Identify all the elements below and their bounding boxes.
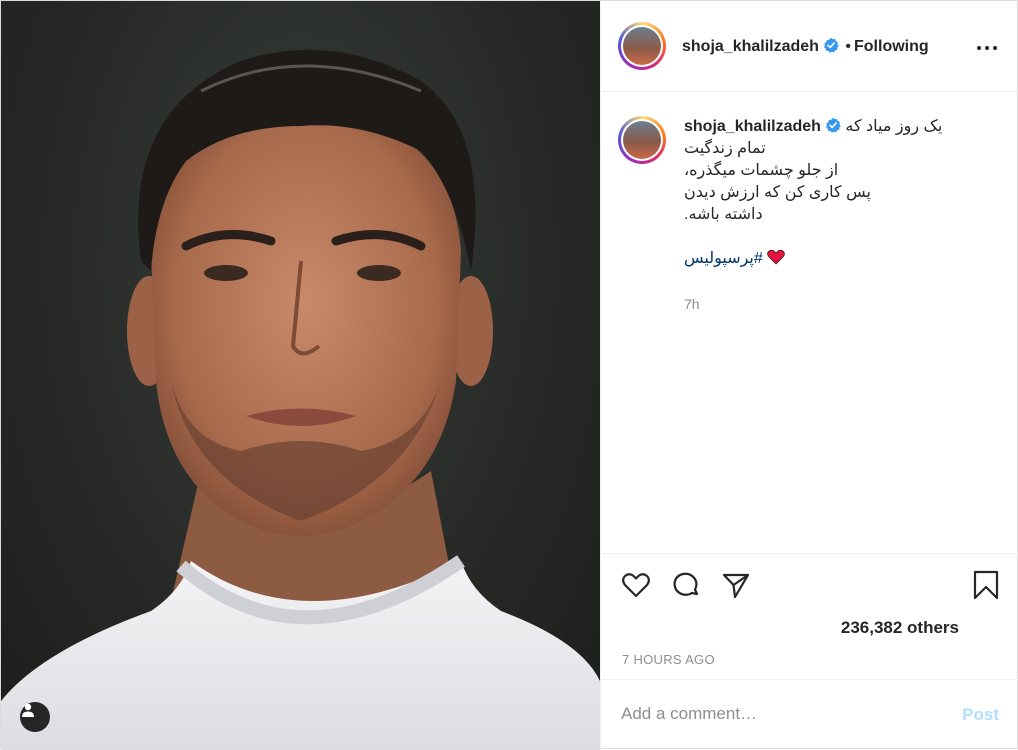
following-button[interactable]: Following	[854, 38, 929, 55]
posted-time[interactable]: 7 HOURS AGO	[622, 652, 715, 667]
verified-badge-icon	[825, 117, 841, 133]
heart-icon[interactable]	[621, 570, 651, 600]
post-comment-button[interactable]: Post	[962, 705, 999, 725]
caption-timestamp[interactable]: 7h	[684, 296, 700, 312]
bookmark-icon[interactable]	[971, 570, 1001, 600]
portrait-illustration	[1, 49, 600, 750]
author-avatar[interactable]	[618, 22, 666, 70]
verified-badge-icon	[823, 37, 839, 53]
caption-author-avatar[interactable]	[618, 116, 666, 164]
user-tag-icon	[22, 703, 34, 717]
post-photo[interactable]	[1, 1, 600, 750]
author-username-link[interactable]: shoja_khalilzadeh	[682, 38, 819, 55]
red-heart-emoji-icon	[767, 249, 786, 265]
caption-line: تمام زندگیت	[684, 140, 766, 157]
follow-separator: •	[845, 38, 851, 55]
hashtag-link[interactable]: #پرسپولیس	[684, 250, 763, 267]
tagged-users-button[interactable]	[20, 702, 50, 732]
likes-count[interactable]: 236,382 others	[841, 618, 959, 638]
instagram-post: shoja_khalilzadeh • Following shoja_khali…	[0, 0, 1018, 750]
share-icon[interactable]	[721, 570, 751, 600]
caption-username-link[interactable]: shoja_khalilzadeh	[684, 118, 821, 135]
add-comment-section: Post	[601, 679, 1018, 750]
post-actions: 236,382 others 7 HOURS AGO Post	[601, 554, 1018, 750]
post-caption: shoja_khalilzadeh یک روز میاد که تمام زن…	[601, 92, 1018, 554]
post-header: shoja_khalilzadeh • Following	[601, 1, 1018, 92]
post-details-panel: shoja_khalilzadeh • Following shoja_khali…	[600, 1, 1018, 750]
add-comment-input[interactable]	[621, 704, 941, 724]
caption-line: از جلو چشمات میگذره،	[684, 162, 839, 179]
comment-icon[interactable]	[671, 570, 701, 600]
caption-line: یک روز میاد که	[845, 118, 943, 135]
caption-line: داشته باشه.	[684, 206, 763, 223]
caption-text: shoja_khalilzadeh یک روز میاد که تمام زن…	[684, 116, 984, 270]
header-author-row: shoja_khalilzadeh • Following	[682, 37, 929, 56]
more-options-icon[interactable]	[975, 38, 999, 58]
caption-line: پس کاری کن که ارزش دیدن	[684, 184, 871, 201]
